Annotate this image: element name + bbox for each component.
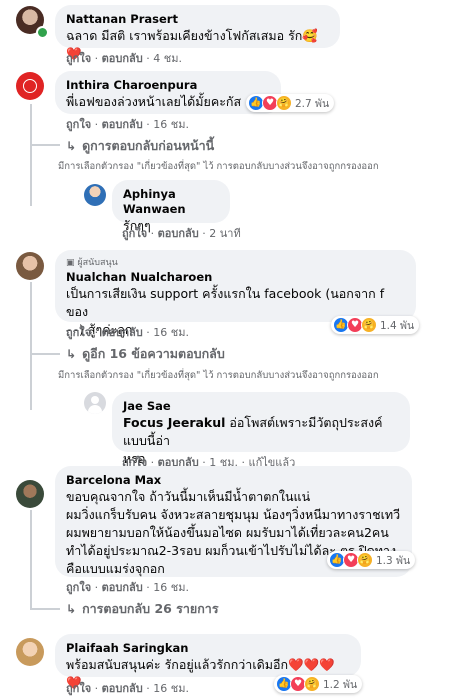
supporter-badge: ▣ ผู้สนับสนุน: [66, 257, 405, 269]
reaction-count: 1.4 พัน: [380, 319, 415, 332]
separator: ·: [94, 118, 99, 131]
comment-bubble: Jae Sae Focus Jeerakul อ่อโพสต์เพราะมีวั…: [112, 392, 410, 466]
comment-author[interactable]: Plaifaah Saringkan: [66, 641, 350, 656]
reaction-count: 1.3 พัน: [376, 554, 411, 567]
online-status-icon: [36, 26, 49, 39]
comment-author[interactable]: Nattanan Prasert: [66, 12, 329, 27]
view-replies-link[interactable]: ↳ การตอบกลับ 26 รายการ: [66, 601, 219, 617]
thread-line: [30, 353, 60, 355]
comment-text: Focus Jeerakul อ่อโพสต์เพราะมีวัตถุประสง…: [123, 414, 399, 450]
view-more-replies-label: ดูอีก 16 ข้อความตอบกลับ: [82, 346, 225, 361]
comment-author[interactable]: Aphinya Wanwaen: [123, 187, 219, 217]
comment-time[interactable]: 4 ชม.: [153, 52, 182, 65]
comment-author[interactable]: Jae Sae: [123, 399, 399, 414]
reply-button[interactable]: ตอบกลับ: [158, 227, 199, 240]
comment-time[interactable]: 16 ชม.: [153, 682, 189, 695]
comment-text-line: ผมวิ่งแกร็บรับคน จังหวะสลายชุมนุม น้องๆว…: [66, 507, 401, 522]
like-button[interactable]: ถูกใจ: [66, 118, 91, 131]
avatar[interactable]: [16, 252, 44, 280]
care-reaction-icon: 🤗: [361, 317, 377, 333]
mention-link[interactable]: Focus Jeerakul: [123, 415, 225, 430]
care-reaction-icon: 🤗: [304, 676, 320, 692]
separator: ·: [94, 581, 99, 594]
separator: ·: [202, 227, 206, 240]
comment-bubble: Plaifaah Saringkan พร้อมสนับสนุนค่ะ รักอ…: [55, 634, 361, 690]
comment-actions: ถูกใจ · ตอบกลับ · 4 ชม.: [66, 52, 182, 66]
reply-arrow-icon: ↳: [66, 347, 77, 361]
avatar[interactable]: [16, 480, 44, 508]
filter-note: มีการเลือกตัวกรอง "เกี่ยวข้องที่สุด" ไว้…: [58, 161, 379, 172]
reply-button[interactable]: ตอบกลับ: [102, 326, 143, 339]
view-previous-replies-label: ดูการตอบกลับก่อนหน้านี้: [82, 138, 215, 153]
comment-author[interactable]: Inthira Charoenpura: [66, 78, 270, 93]
separator: ·: [146, 581, 150, 594]
reply-button[interactable]: ตอบกลับ: [102, 52, 143, 65]
separator: ·: [150, 227, 155, 240]
reply-button[interactable]: ตอบกลับ: [102, 581, 143, 594]
separator: ·: [146, 326, 150, 339]
comment-time[interactable]: 2 นาที: [209, 227, 240, 240]
comment-actions: ถูกใจ · ตอบกลับ · 16 ชม.: [66, 326, 189, 340]
reaction-summary[interactable]: 👍 ♥ 🤗 1.4 พัน: [331, 316, 420, 334]
thread-line: [30, 510, 32, 610]
comment-time[interactable]: 16 ชม.: [153, 326, 189, 339]
comment-bubble: ▣ ผู้สนับสนุน Nualchan Nualcharoen เป็นก…: [55, 250, 416, 337]
like-button[interactable]: ถูกใจ: [66, 581, 91, 594]
like-button[interactable]: ถูกใจ: [66, 682, 91, 695]
reaction-count: 1.2 พัน: [323, 678, 358, 691]
thread-line: [30, 104, 32, 146]
comment-actions: ถูกใจ · ตอบกลับ · 16 ชม.: [66, 682, 189, 696]
separator: ·: [146, 682, 150, 695]
care-reaction-icon: 🤗: [357, 552, 373, 568]
comment-author[interactable]: Nualchan Nualcharoen: [66, 270, 405, 285]
comment-actions: ถูกใจ · ตอบกลับ · 16 ชม.: [66, 581, 189, 595]
logo-icon: [23, 79, 37, 93]
comment-actions: ถูกใจ · ตอบกลับ · 2 นาที: [122, 227, 241, 241]
default-avatar-icon: [91, 396, 99, 404]
view-previous-replies-link[interactable]: ↳ ดูการตอบกลับก่อนหน้านี้: [66, 138, 214, 154]
reply-arrow-icon: ↳: [66, 139, 77, 153]
separator: ·: [94, 682, 99, 695]
thread-line: [30, 144, 60, 146]
thread-line: [30, 146, 32, 206]
care-reaction-icon: 🤗: [276, 95, 292, 111]
comment-author[interactable]: Barcelona Max: [66, 473, 401, 488]
avatar[interactable]: [16, 72, 44, 100]
reaction-summary[interactable]: 👍 ♥ 🤗 2.7 พัน: [246, 94, 335, 112]
comment-text-line: ขอบคุณจากใจ ถ้าวันนี้มาเห็นมีน้ำตาตกในแน…: [66, 489, 311, 504]
comment-bubble: Aphinya Wanwaen รักๆๆ: [112, 180, 230, 233]
thread-line: [30, 608, 60, 610]
reply-button[interactable]: ตอบกลับ: [102, 682, 143, 695]
like-button[interactable]: ถูกใจ: [122, 227, 147, 240]
reply-button[interactable]: ตอบกลับ: [102, 118, 143, 131]
default-avatar-icon-body: [88, 405, 102, 414]
comment-time[interactable]: 16 ชม.: [153, 581, 189, 594]
comment-text: พี่เอฟของล่วงหน้าเลยได้มั้ยคะกัส: [66, 94, 242, 109]
filter-note: มีการเลือกตัวกรอง "เกี่ยวข้องที่สุด" ไว้…: [58, 370, 379, 381]
reaction-count: 2.7 พัน: [295, 97, 330, 110]
separator: ·: [94, 52, 99, 65]
comment-bubble: Nattanan Prasert ฉลาด มีสติ เราพร้อมเคีย…: [55, 5, 340, 61]
badge-icon: ▣: [66, 258, 78, 268]
separator: ·: [146, 52, 150, 65]
reaction-summary[interactable]: 👍 ♥ 🤗 1.2 พัน: [274, 675, 363, 693]
avatar[interactable]: [84, 184, 106, 206]
reply-arrow-icon: ↳: [66, 602, 77, 616]
reaction-summary[interactable]: 👍 ♥ 🤗 1.3 พัน: [327, 551, 416, 569]
comment-time[interactable]: 16 ชม.: [153, 118, 189, 131]
view-more-replies-link[interactable]: ↳ ดูอีก 16 ข้อความตอบกลับ: [66, 346, 225, 362]
avatar[interactable]: [84, 392, 106, 414]
like-button[interactable]: ถูกใจ: [66, 52, 91, 65]
like-button[interactable]: ถูกใจ: [66, 326, 91, 339]
view-replies-label: การตอบกลับ 26 รายการ: [82, 601, 219, 616]
thread-line: [30, 282, 32, 355]
separator: ·: [146, 118, 150, 131]
supporter-badge-label: ผู้สนับสนุน: [77, 258, 118, 268]
comment-actions: ถูกใจ · ตอบกลับ · 16 ชม.: [66, 118, 189, 132]
thread-line: [30, 355, 32, 410]
separator: ·: [94, 326, 99, 339]
comment-text-line: ผมพยายามบอกให้น้องขึ้นมอไซด ผมรับมาได้เท…: [66, 525, 389, 540]
avatar[interactable]: [16, 638, 44, 666]
